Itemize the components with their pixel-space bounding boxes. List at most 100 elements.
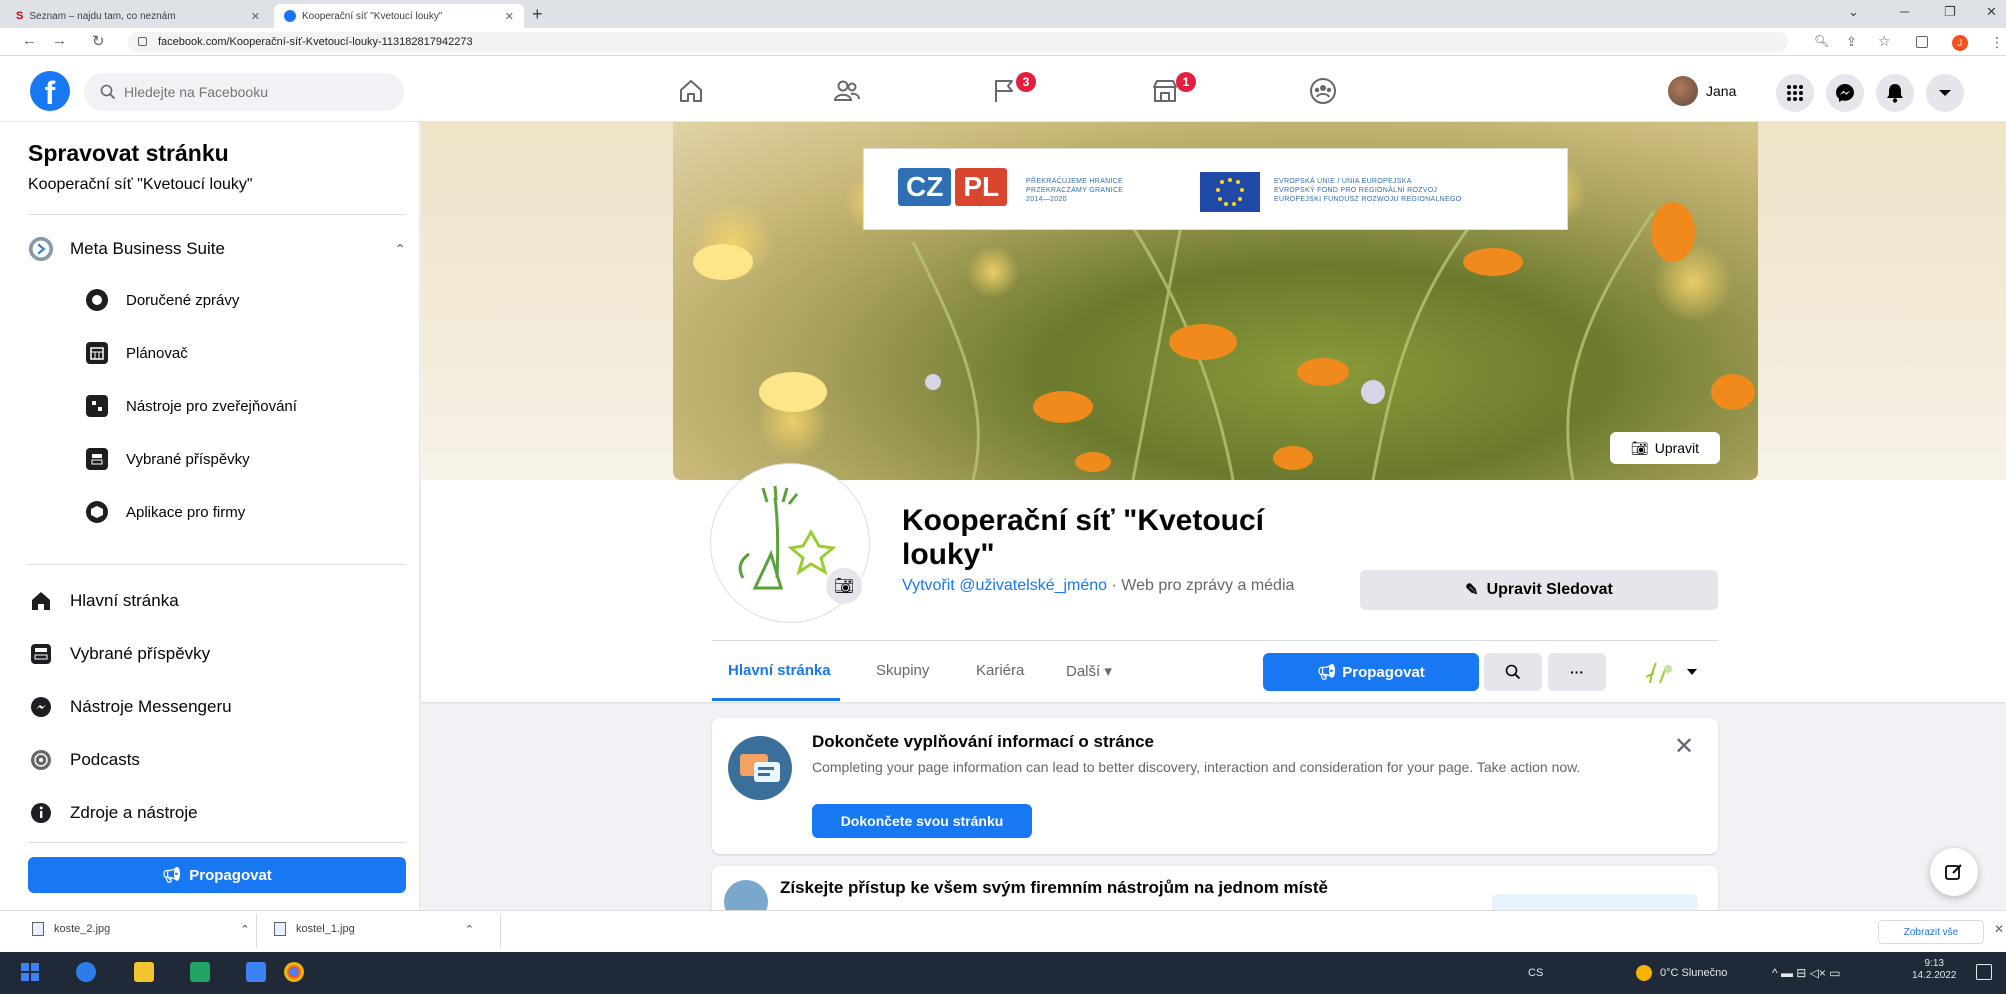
excel-icon[interactable] (190, 962, 210, 982)
sidebar-item-label: Vybrané příspěvky (126, 450, 250, 468)
minimize-icon[interactable]: ─ (1900, 4, 1909, 19)
sidebar-title: Spravovat stránku (28, 140, 229, 166)
friends-icon[interactable] (832, 76, 862, 106)
close-icon[interactable]: ✕ (1674, 732, 1694, 761)
sidebar-item-label: Doručené zprávy (126, 291, 240, 309)
create-username-link[interactable]: Vytvořit @uživatelské_jméno (902, 577, 1107, 594)
marketplace-badge: 1 (1176, 72, 1196, 92)
tab-close-icon[interactable]: ✕ (251, 10, 260, 23)
groups-icon[interactable] (1308, 76, 1338, 106)
promote-button[interactable]: 📢︎ Propagovat (1263, 653, 1479, 691)
tab-search-icon[interactable]: ⌄ (1848, 4, 1859, 20)
tab-close-icon[interactable]: ✕ (505, 10, 514, 23)
browser-tab-seznam[interactable]: S Seznam – najdu tam, co neznám ✕ (6, 4, 270, 28)
page-search-button[interactable] (1484, 653, 1542, 691)
notifications-button[interactable] (1876, 74, 1914, 112)
sidebar-item-planner[interactable]: Plánovač (86, 342, 188, 364)
search-icon (100, 84, 116, 100)
edge-browser-icon[interactable] (76, 962, 96, 982)
facebook-logo[interactable]: f (30, 71, 70, 111)
weather-text[interactable]: 0°C Slunečno (1660, 967, 1727, 979)
notification-center-icon[interactable] (1976, 964, 1992, 980)
share-icon[interactable]: ⇪ (1846, 34, 1857, 50)
sidebar-item-resources[interactable]: Zdroje a nástroje (28, 800, 198, 826)
user-profile-chip[interactable]: Jana (1668, 76, 1736, 106)
change-profile-photo-button[interactable]: 📷︎ (826, 568, 862, 604)
home-icon[interactable] (676, 76, 706, 106)
page-info-illustration-icon (728, 736, 792, 800)
search-input[interactable] (84, 73, 404, 111)
edit-follow-button[interactable]: ✎ Upravit Sledovat (1360, 570, 1718, 610)
sidebar-item-inbox[interactable]: Doručené zprávy (86, 289, 239, 311)
messenger-icon (28, 694, 54, 720)
page-switcher[interactable] (1640, 653, 1710, 691)
browser-tab-facebook[interactable]: Kooperační síť "Kvetoucí louky" ✕ (274, 4, 524, 28)
bookmark-star-icon[interactable]: ☆ (1878, 33, 1891, 50)
windows-start-icon[interactable] (20, 962, 40, 982)
weather-sun-icon (1636, 965, 1652, 981)
chevron-up-icon[interactable]: ⌃ (240, 923, 249, 936)
url-field[interactable]: facebook.com/Kooperační-síť-Kvetoucí-lou… (128, 32, 1788, 52)
sidebar-promote-button[interactable]: 📢︎ Propagovat (28, 857, 406, 893)
messenger-icon (1836, 84, 1854, 102)
featured-posts-icon (28, 641, 54, 667)
browser-menu-icon[interactable]: ⋮ (1990, 34, 2004, 51)
messenger-button[interactable] (1826, 74, 1864, 112)
sidebar-item-messenger-tools[interactable]: Nástroje Messengeru (28, 694, 232, 720)
chevron-up-icon[interactable]: ⌃ (465, 923, 474, 936)
forward-icon[interactable]: → (52, 32, 67, 49)
input-language[interactable]: CS (1528, 967, 1543, 979)
clock[interactable]: 9:13 14.2.2022 (1912, 958, 1957, 982)
menu-grid-button[interactable] (1776, 74, 1814, 112)
system-tray-icons[interactable]: ^ ▬ ⊟ ◁× ▭ (1772, 966, 1841, 980)
show-all-downloads-button[interactable]: Zobrazit vše (1878, 920, 1984, 944)
complete-page-info-card: Dokončete vyplňování informací o stránce… (712, 718, 1718, 854)
new-tab-button[interactable]: + (532, 4, 543, 24)
edit-cover-button[interactable]: 📷︎ Upravit (1610, 432, 1720, 464)
back-icon[interactable]: ← (22, 32, 37, 49)
tab-groups[interactable]: Skupiny (876, 662, 929, 679)
browser-profile-avatar[interactable]: J (1952, 35, 1968, 51)
tab-home[interactable]: Hlavní stránka (728, 662, 831, 679)
reload-icon[interactable]: ↻ (92, 32, 105, 50)
side-panel-icon[interactable] (1916, 36, 1928, 48)
download-item[interactable]: koste_2.jpg ⌃ (32, 922, 249, 936)
zoom-icon[interactable]: 🔍︎ (1814, 34, 1829, 48)
file-explorer-icon[interactable] (134, 962, 154, 982)
sidebar-item-featured-posts[interactable]: Vybrané příspěvky (86, 448, 250, 470)
chevron-up-icon[interactable]: ⌃ (394, 241, 406, 258)
restore-icon[interactable]: ❐ (1944, 4, 1956, 20)
chrome-icon[interactable] (284, 962, 304, 982)
window-close-icon[interactable]: ✕ (1986, 4, 1997, 20)
sidebar-item-publishing-tools[interactable]: Nástroje pro zveřejňování (86, 395, 297, 417)
sidebar-item-label: Nástroje Messengeru (70, 697, 232, 716)
compose-message-button[interactable] (1930, 848, 1978, 896)
sidebar-item-label: Vybrané příspěvky (70, 644, 211, 663)
page-title: Kooperační síť "Kvetoucí louky" (902, 504, 1265, 571)
sidebar-page-name[interactable]: Kooperační síť "Kvetoucí louky" (28, 176, 253, 194)
close-shelf-icon[interactable]: ✕ (1994, 922, 2004, 936)
divider (712, 640, 1718, 641)
cube-icon (86, 501, 108, 523)
divider (500, 914, 501, 948)
sidebar-item-featured[interactable]: Vybrané příspěvky (28, 641, 210, 667)
tab-title: Seznam – najdu tam, co neznám (29, 10, 176, 22)
lock-icon (138, 37, 147, 46)
download-item[interactable]: kostel_1.jpg ⌃ (274, 922, 474, 936)
tab-career[interactable]: Kariéra (976, 662, 1024, 679)
more-options-button[interactable]: ··· (1548, 653, 1606, 691)
account-menu-button[interactable] (1926, 74, 1964, 112)
sidebar-item-home[interactable]: Hlavní stránka (28, 588, 179, 614)
tab-more[interactable]: Další ▾ (1066, 662, 1112, 680)
sidebar-item-podcasts[interactable]: Podcasts (28, 747, 140, 773)
info-icon (28, 800, 54, 826)
photos-icon[interactable] (246, 962, 266, 982)
complete-page-button[interactable]: Dokončete svou stránku (812, 804, 1032, 838)
megaphone-icon: 📢︎ (162, 867, 182, 884)
sidebar-item-meta-business-suite[interactable]: Meta Business Suite ⌃ (28, 236, 406, 262)
more-dots-icon: ··· (1570, 664, 1584, 680)
sidebar-item-business-apps[interactable]: Aplikace pro firmy (86, 501, 245, 523)
podcast-icon (28, 747, 54, 773)
grid-icon (1787, 85, 1803, 101)
page-category: · Web pro zprávy a média (1107, 577, 1295, 594)
